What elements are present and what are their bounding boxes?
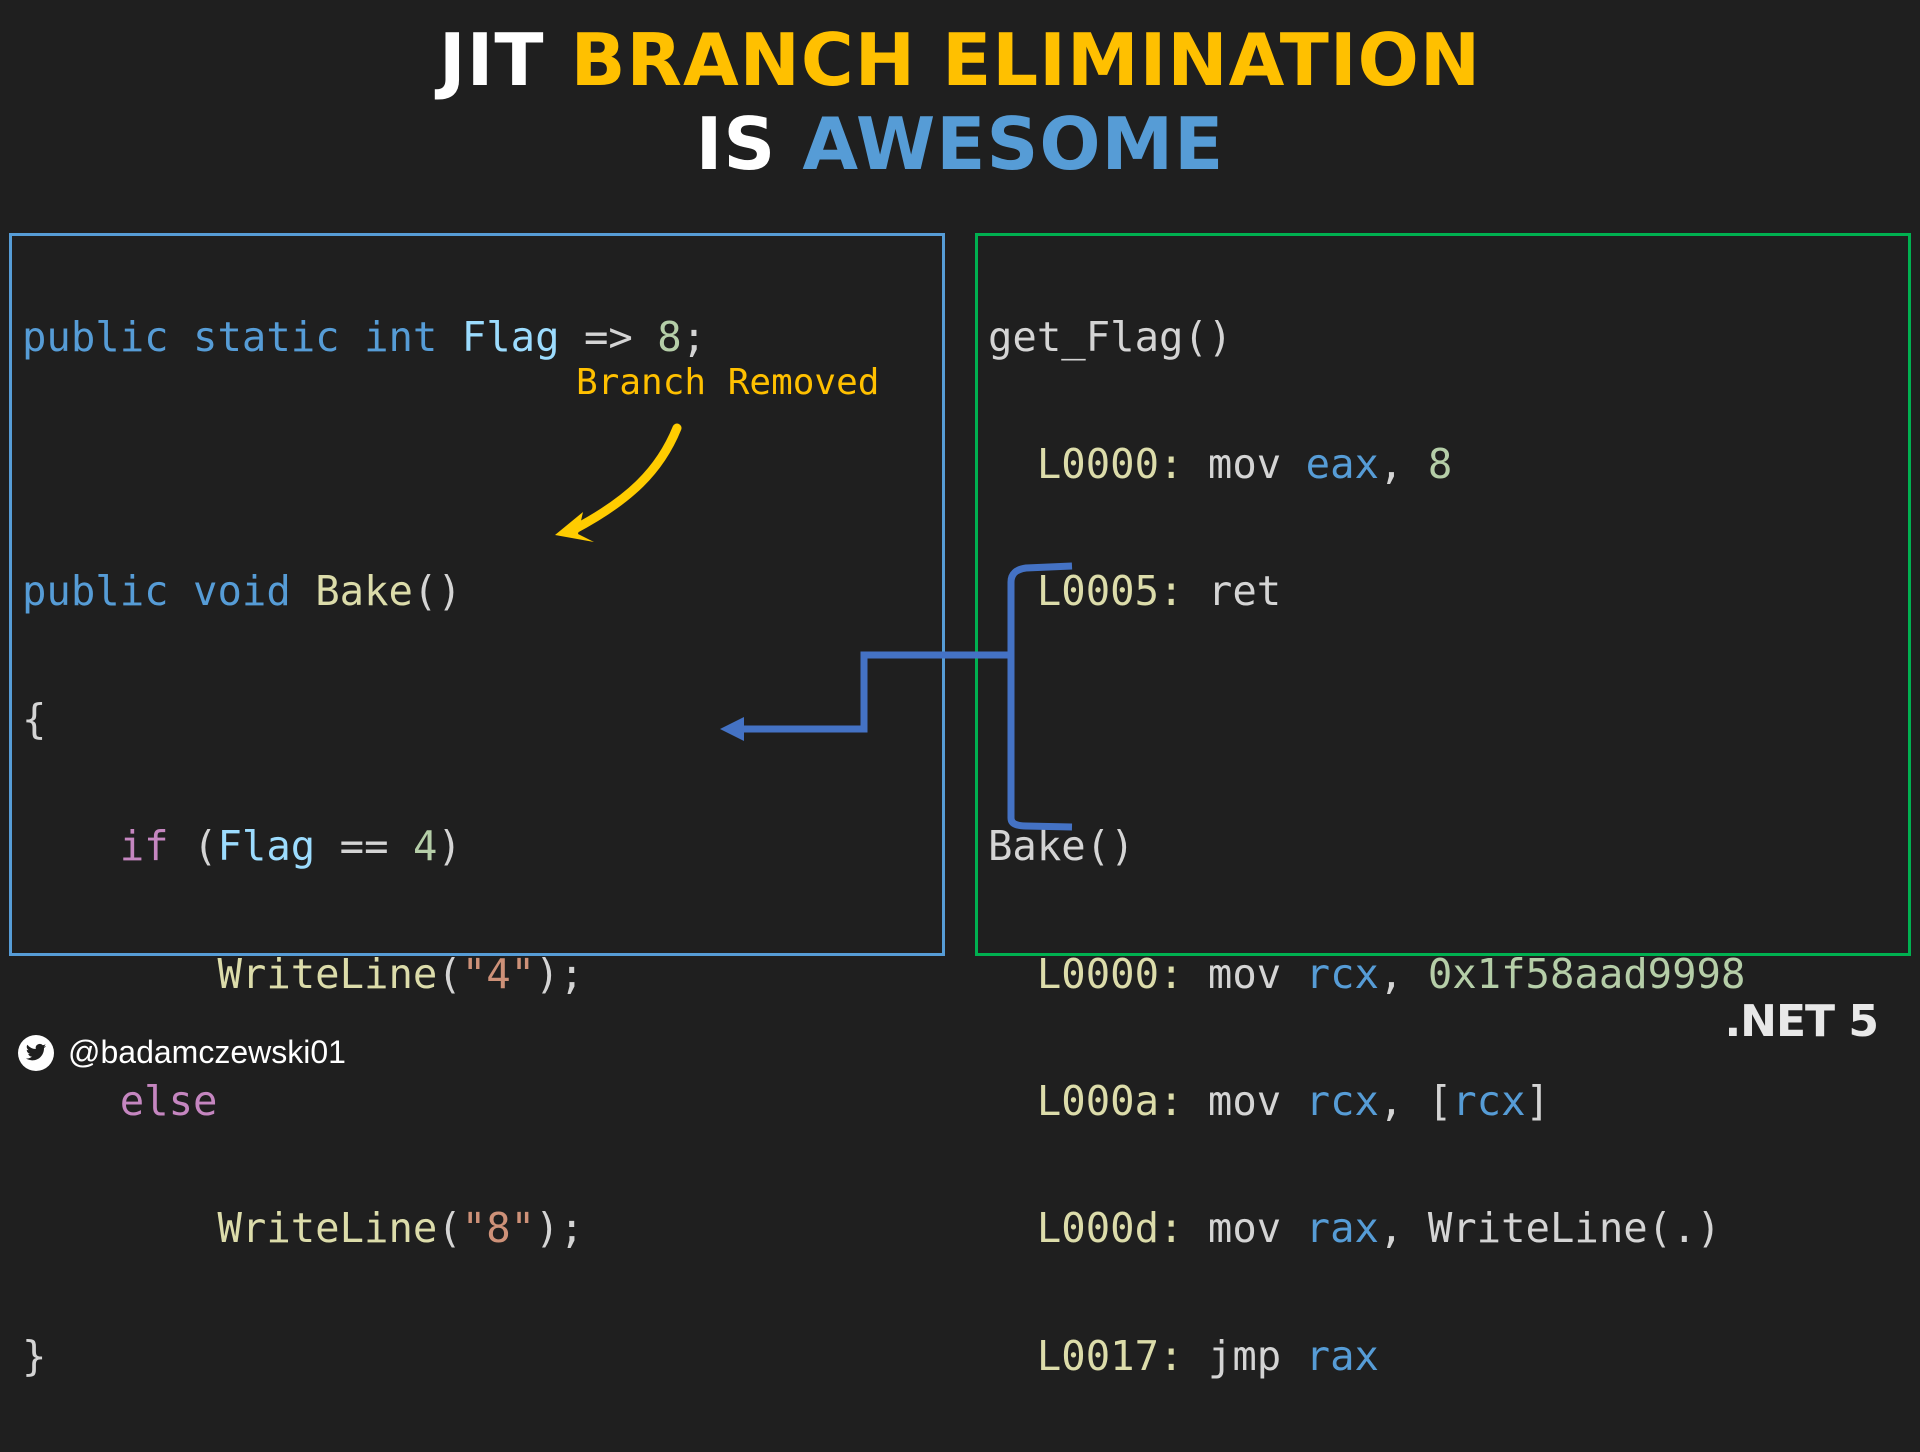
- dotnet-version-badge: .NET 5: [1724, 996, 1879, 1047]
- asm-to-source-connector: [742, 651, 1011, 733]
- asm-line: L000d: mov rax, WriteLine(.): [988, 1197, 1745, 1261]
- asm-call-target: WriteLine(.): [1427, 1204, 1721, 1253]
- asm-block-bracket: [1007, 562, 1073, 831]
- punctuation: (: [437, 1204, 462, 1253]
- punctuation: ,: [1378, 1204, 1404, 1253]
- asm-address-label: L000a:: [1036, 1077, 1184, 1126]
- string-literal: "8": [461, 1204, 536, 1253]
- twitter-bird-icon: [18, 1034, 54, 1071]
- twitter-handle[interactable]: @badamczewski01: [68, 1034, 346, 1071]
- asm-register: rcx: [1305, 1077, 1379, 1126]
- punctuation: [: [1427, 1077, 1453, 1126]
- asm-line: L0017: jmp rax: [988, 1325, 1745, 1389]
- asm-opcode: mov: [1207, 1077, 1282, 1126]
- method-name: WriteLine: [217, 1204, 438, 1253]
- punctuation: }: [22, 1331, 47, 1380]
- code-line-close-brace: }: [22, 1325, 706, 1389]
- asm-register: rax: [1305, 1204, 1379, 1253]
- branch-removed-arrow: [555, 423, 682, 542]
- asm-address-label: L000d:: [1036, 1204, 1184, 1253]
- punctuation: );: [535, 1204, 584, 1253]
- asm-address-label: L0017:: [1036, 1331, 1184, 1380]
- arrows-overlay: [555, 423, 1073, 831]
- asm-to-source-arrowhead: [720, 717, 744, 741]
- asm-opcode: jmp: [1207, 1331, 1282, 1380]
- punctuation: ,: [1378, 1077, 1404, 1126]
- punctuation: ]: [1525, 1077, 1550, 1126]
- asm-register: rcx: [1452, 1077, 1526, 1126]
- asm-register: rax: [1305, 1331, 1379, 1380]
- control-keyword: else: [119, 1077, 218, 1126]
- asm-opcode: mov: [1207, 1204, 1282, 1253]
- twitter-credit: @badamczewski01: [18, 1034, 346, 1071]
- code-line-writeline-8: WriteLine("8");: [22, 1197, 706, 1261]
